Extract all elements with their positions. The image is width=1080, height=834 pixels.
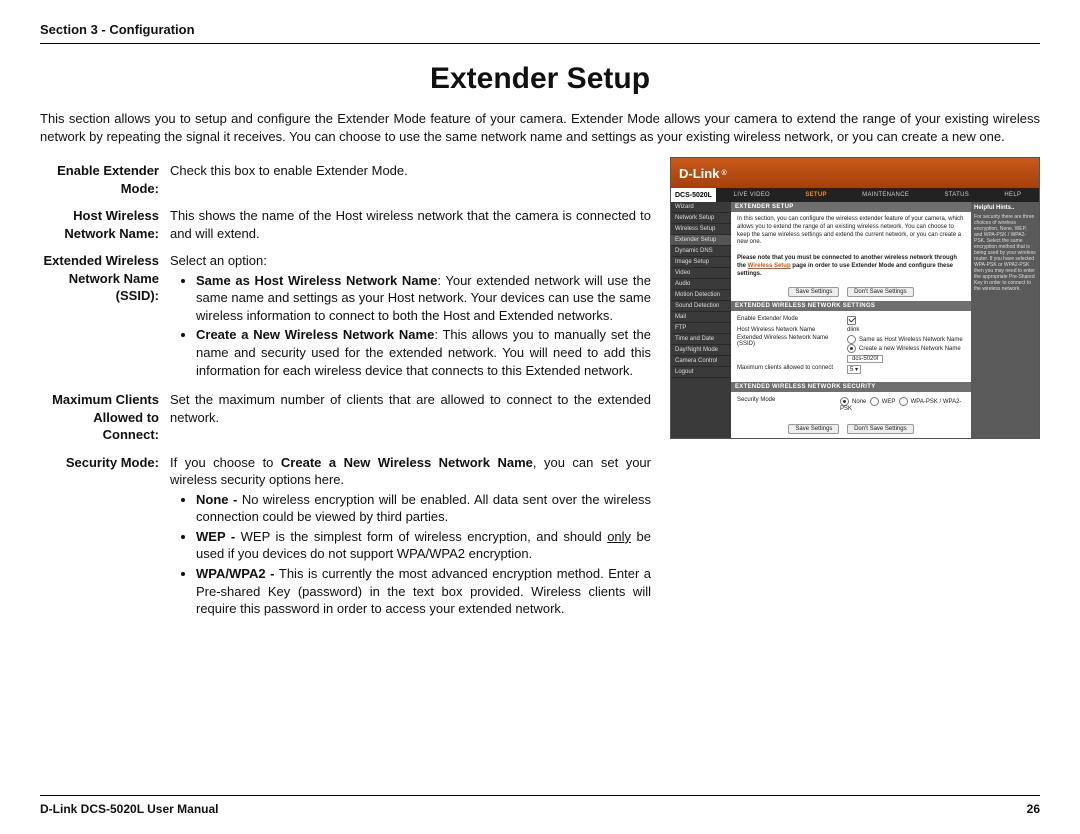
panel-note: Please note that you must be connected t…: [731, 251, 971, 282]
side-wireless-setup[interactable]: Wireless Setup: [671, 224, 731, 235]
def-label-enable: Enable Extender Mode:: [40, 161, 169, 198]
side-motion-detection[interactable]: Motion Detection: [671, 290, 731, 301]
form-host-value: dlink: [847, 327, 859, 333]
def-desc-security: If you choose to Create a New Wireless N…: [169, 453, 652, 621]
def-label-host: Host Wireless Network Name:: [40, 206, 169, 243]
intro-paragraph: This section allows you to setup and con…: [40, 110, 1040, 145]
panel-text: In this section, you can configure the w…: [731, 212, 971, 251]
tab-maintenance[interactable]: MAINTENANCE: [858, 192, 913, 198]
form-ssid-label: Extended Wireless Network Name (SSID): [737, 335, 847, 347]
tab-setup[interactable]: SETUP: [801, 192, 831, 198]
side-ftp[interactable]: FTP: [671, 323, 731, 334]
ssid-opt2-bold: Create a New Wireless Network Name: [196, 327, 434, 342]
form-sec-label: Security Mode: [737, 397, 840, 403]
def-desc-host: This shows the name of the Host wireless…: [169, 206, 652, 243]
sec-radio-wep[interactable]: [870, 397, 879, 406]
sec-wep-label: WEP: [882, 399, 896, 405]
side-logout[interactable]: Logout: [671, 367, 731, 378]
side-image-setup[interactable]: Image Setup: [671, 257, 731, 268]
sec-radio-none[interactable]: [840, 397, 849, 406]
save-button-bottom[interactable]: Save Settings: [788, 424, 839, 434]
shot-brand: D-Link: [679, 166, 719, 181]
sec-wpa: WPA/WPA2 - This is currently the most ad…: [196, 565, 651, 618]
footer-page-number: 26: [1027, 802, 1040, 816]
side-network-setup[interactable]: Network Setup: [671, 213, 731, 224]
ssid-radio-new[interactable]: [847, 344, 856, 353]
screenshot-column: D-Link® DCS-5020L LIVE VIDEO SETUP MAINT…: [670, 153, 1040, 629]
shot-model: DCS-5020L: [671, 188, 716, 202]
sec-wep: WEP - WEP is the simplest form of wirele…: [196, 528, 651, 563]
tab-help[interactable]: HELP: [1000, 192, 1025, 198]
page-title: Extender Setup: [40, 62, 1040, 96]
sec-wep-bold: WEP -: [196, 529, 241, 544]
shot-main: EXTENDER SETUP In this section, you can …: [731, 202, 971, 438]
side-video[interactable]: Video: [671, 268, 731, 279]
form-enable-label: Enable Extender Mode: [737, 316, 847, 322]
def-label-max: Maximum Clients Allowed to Connect:: [40, 390, 169, 445]
note-link[interactable]: Wireless Setup: [748, 263, 791, 269]
sec-none-rest: No wireless encryption will be enabled. …: [196, 492, 651, 525]
side-time-date[interactable]: Time and Date: [671, 334, 731, 345]
max-select[interactable]: 5 ▾: [847, 365, 861, 374]
sec-wep-pre: WEP is the simplest form of wireless enc…: [241, 529, 608, 544]
ssid-input[interactable]: dcs-5020l: [847, 355, 883, 363]
shot-hints: Helpful Hints.. For security there are t…: [971, 202, 1039, 438]
side-dynamic-dns[interactable]: Dynamic DNS: [671, 246, 731, 257]
tm-icon: ®: [721, 170, 726, 177]
shot-sidebar: Wizard Network Setup Wireless Setup Exte…: [671, 202, 731, 438]
def-label-ssid: Extended Wireless Network Name (SSID):: [40, 251, 169, 382]
definitions-column: Enable Extender Mode: Check this box to …: [40, 153, 652, 629]
side-day-night[interactable]: Day/Night Mode: [671, 345, 731, 356]
def-desc-enable: Check this box to enable Extender Mode.: [169, 161, 652, 198]
def-desc-ssid: Select an option: Same as Host Wireless …: [169, 251, 652, 382]
sec-wpa-bold: WPA/WPA2 -: [196, 566, 279, 581]
form-max-label: Maximum clients allowed to connect: [737, 365, 847, 371]
sec-wep-only: only: [607, 529, 631, 544]
side-mail[interactable]: Mail: [671, 312, 731, 323]
side-audio[interactable]: Audio: [671, 279, 731, 290]
section-header: Section 3 - Configuration: [40, 22, 1040, 44]
cancel-button-top[interactable]: Don't Save Settings: [847, 287, 914, 297]
panel3-title: EXTENDED WIRELESS NETWORK SECURITY: [731, 382, 971, 392]
def-label-security: Security Mode:: [40, 453, 169, 621]
save-button-top[interactable]: Save Settings: [788, 287, 839, 297]
ssid-opt2: Create a New Wireless Network Name: This…: [196, 326, 651, 379]
side-camera-control[interactable]: Camera Control: [671, 356, 731, 367]
hints-body: For security there are three choices of …: [974, 214, 1036, 292]
sec-lead-bold: Create a New Wireless Network Name: [281, 455, 533, 470]
shot-brand-bar: D-Link®: [671, 158, 1039, 188]
tab-status[interactable]: STATUS: [940, 192, 973, 198]
sec-none: None - No wireless encryption will be en…: [196, 491, 651, 526]
shot-nav: DCS-5020L LIVE VIDEO SETUP MAINTENANCE S…: [671, 188, 1039, 202]
ssid-radio-same[interactable]: [847, 335, 856, 344]
shot-tabs: LIVE VIDEO SETUP MAINTENANCE STATUS HELP: [716, 192, 1039, 198]
side-extender-setup[interactable]: Extender Setup: [671, 235, 731, 246]
ssid-lead: Select an option:: [170, 253, 267, 268]
hints-title: Helpful Hints..: [974, 205, 1036, 212]
panel-title: EXTENDER SETUP: [731, 202, 971, 212]
sec-none-bold: None -: [196, 492, 242, 507]
panel2-title: EXTENDED WIRELESS NETWORK SETTINGS: [731, 301, 971, 311]
cancel-button-bottom[interactable]: Don't Save Settings: [847, 424, 914, 434]
form-host-label: Host Wireless Network Name: [737, 327, 847, 333]
ssid-opt1-bold: Same as Host Wireless Network Name: [196, 273, 437, 288]
tab-live-video[interactable]: LIVE VIDEO: [730, 192, 774, 198]
sec-radio-wpa[interactable]: [899, 397, 908, 406]
embedded-screenshot: D-Link® DCS-5020L LIVE VIDEO SETUP MAINT…: [670, 157, 1040, 439]
enable-checkbox[interactable]: [847, 316, 856, 325]
footer-manual: D-Link DCS-5020L User Manual: [40, 802, 219, 816]
ssid-radio-new-label: Create a new Wireless Network Name: [859, 346, 961, 352]
side-wizard[interactable]: Wizard: [671, 202, 731, 213]
page-footer: D-Link DCS-5020L User Manual 26: [40, 795, 1040, 816]
ssid-opt1: Same as Host Wireless Network Name: Your…: [196, 272, 651, 325]
sec-none-label: None: [852, 399, 866, 405]
def-desc-max: Set the maximum number of clients that a…: [169, 390, 652, 445]
ssid-radio-same-label: Same as Host Wireless Network Name: [859, 337, 963, 343]
side-sound-detection[interactable]: Sound Detection: [671, 301, 731, 312]
sec-lead-pre: If you choose to: [170, 455, 281, 470]
